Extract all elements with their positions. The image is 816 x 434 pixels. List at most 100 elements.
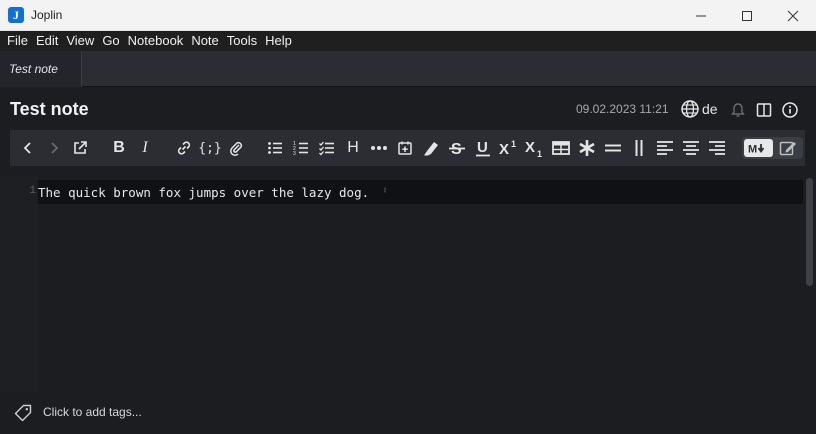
- code-braces-icon: {;}: [198, 140, 222, 156]
- external-edit-button[interactable]: [70, 138, 90, 158]
- back-button[interactable]: [18, 138, 38, 158]
- subscript-button[interactable]: X 1: [525, 138, 545, 158]
- svg-text:1: 1: [511, 139, 516, 149]
- align-left-button[interactable]: [655, 138, 675, 158]
- note-header: Test note 09.02.2023 11:21 de: [0, 88, 816, 130]
- editor-mode-toggle[interactable]: M: [742, 137, 803, 159]
- close-icon: [787, 10, 799, 21]
- menu-go[interactable]: Go: [98, 31, 123, 51]
- tag-bar: Click to add tags...: [0, 392, 816, 434]
- tab-test-note[interactable]: Test note: [0, 51, 82, 87]
- equals-icon: [605, 144, 621, 152]
- bulleted-list-icon: [268, 142, 282, 154]
- attach-file-button[interactable]: [226, 138, 246, 158]
- checkbox-list-button[interactable]: [317, 138, 337, 158]
- underline-icon: U: [476, 139, 490, 157]
- align-center-button[interactable]: [681, 138, 701, 158]
- chevron-left-icon: [23, 142, 31, 154]
- language-button[interactable]: de: [681, 100, 718, 118]
- numbered-list-icon: 1 2 3: [293, 141, 308, 156]
- editor-scrollbar[interactable]: [806, 178, 813, 286]
- tag-icon: [14, 404, 32, 422]
- underline-button[interactable]: U: [473, 138, 493, 158]
- menu-file[interactable]: File: [3, 31, 32, 51]
- maximize-icon: [742, 10, 752, 21]
- numbered-list-button[interactable]: 1 2 3: [291, 138, 311, 158]
- menu-tools[interactable]: Tools: [223, 31, 261, 51]
- insert-time-button[interactable]: [395, 138, 415, 158]
- column-divider-button[interactable]: [629, 138, 649, 158]
- note-info-button[interactable]: [781, 101, 799, 119]
- markdown-icon: M: [748, 144, 764, 154]
- equals-button[interactable]: [603, 138, 623, 158]
- svg-text:U: U: [477, 139, 488, 156]
- note-title[interactable]: Test note: [10, 99, 89, 120]
- asterisk-button[interactable]: [577, 138, 597, 158]
- bold-icon: B: [113, 139, 125, 156]
- menu-view[interactable]: View: [62, 31, 98, 51]
- rich-text-mode-button[interactable]: [775, 139, 801, 157]
- subscript-icon: X 1: [525, 139, 542, 157]
- menu-note[interactable]: Note: [187, 31, 222, 51]
- menu-notebook[interactable]: Notebook: [124, 31, 188, 51]
- svg-text:X: X: [499, 141, 509, 157]
- bulleted-list-button[interactable]: [265, 138, 285, 158]
- minimize-icon: [696, 15, 706, 16]
- svg-text:3: 3: [293, 151, 296, 156]
- window-controls: [678, 0, 816, 31]
- minimize-button[interactable]: [678, 0, 724, 31]
- info-icon: [782, 102, 798, 118]
- markdown-mode-button[interactable]: M: [744, 139, 773, 157]
- strikethrough-button[interactable]: S: [447, 138, 467, 158]
- align-right-button[interactable]: [707, 138, 727, 158]
- ellipsis-icon: [371, 146, 387, 150]
- close-button[interactable]: [770, 0, 816, 31]
- superscript-button[interactable]: X 1: [499, 138, 519, 158]
- menu-help[interactable]: Help: [261, 31, 296, 51]
- alarm-bell-icon: [731, 103, 745, 117]
- edit-pencil-icon: [779, 141, 796, 156]
- highlight-button[interactable]: [421, 138, 441, 158]
- title-bar: J Joplin: [0, 0, 816, 31]
- editor-line-text[interactable]: The quick brown fox jumps over the lazy …: [38, 185, 369, 200]
- text-cursor-icon: [384, 187, 386, 193]
- layout-columns-icon: [756, 103, 772, 117]
- window-title: Joplin: [31, 8, 63, 22]
- italic-button[interactable]: I: [135, 138, 155, 158]
- chevron-right-icon: [51, 142, 59, 154]
- language-label: de: [702, 101, 718, 117]
- heading-icon: H: [347, 139, 359, 156]
- insert-table-button[interactable]: [551, 138, 571, 158]
- add-tags-link[interactable]: Click to add tags...: [43, 405, 142, 419]
- maximize-button[interactable]: [724, 0, 770, 31]
- align-center-icon: [683, 141, 699, 155]
- menu-edit[interactable]: Edit: [32, 31, 62, 51]
- code-button[interactable]: {;}: [198, 138, 222, 158]
- heading-button[interactable]: H: [343, 138, 363, 158]
- asterisk-icon: [579, 140, 595, 156]
- horizontal-rule-button[interactable]: [369, 138, 389, 158]
- bold-button[interactable]: B: [109, 138, 129, 158]
- align-left-icon: [657, 141, 673, 155]
- link-icon: [177, 141, 191, 155]
- menu-bar: File Edit View Go Notebook Note Tools He…: [0, 31, 816, 51]
- external-link-icon: [74, 141, 87, 154]
- paperclip-icon: [230, 141, 243, 156]
- line-gutter: 1: [0, 176, 38, 392]
- strikethrough-icon: S: [449, 141, 465, 157]
- table-icon: [552, 141, 570, 155]
- joplin-logo-icon: J: [8, 7, 24, 23]
- checklist-icon: [319, 141, 334, 156]
- note-date: 09.02.2023 11:21: [576, 102, 669, 116]
- markdown-editor[interactable]: 1 The quick brown fox jumps over the laz…: [0, 176, 816, 392]
- globe-icon: [681, 100, 699, 118]
- toggle-layout-button[interactable]: [755, 101, 773, 119]
- forward-button[interactable]: [44, 138, 64, 158]
- editor-toolbar: B I {;} 1 2 3 H U X 1 X 1 M: [10, 130, 805, 166]
- line-number: 1: [29, 185, 36, 197]
- link-button[interactable]: [174, 138, 194, 158]
- alarm-button[interactable]: [729, 101, 747, 119]
- superscript-icon: X 1: [499, 139, 516, 157]
- svg-text:X: X: [525, 139, 535, 156]
- tab-bar: Test note: [0, 51, 816, 87]
